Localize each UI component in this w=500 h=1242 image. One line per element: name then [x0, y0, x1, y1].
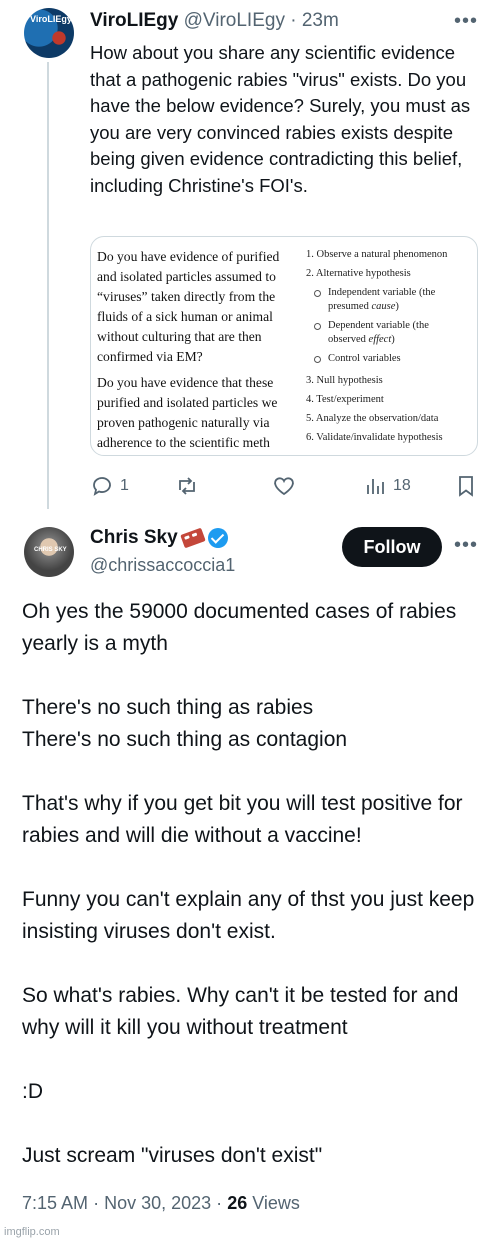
more-horizontal-icon[interactable]: •••: [454, 10, 478, 33]
tweet-paragraph: Oh yes the 59000 documented cases of rab…: [22, 600, 457, 655]
sub-step-item: Independent variable (the presumed cause…: [306, 286, 446, 314]
avatar[interactable]: CHRIS SKY: [24, 527, 74, 577]
reply-button[interactable]: 1: [90, 474, 129, 498]
bookmark-icon: [459, 476, 473, 497]
views-count: 18: [393, 477, 411, 494]
reply-icon: [93, 477, 111, 496]
separator-dot: ·: [290, 10, 297, 31]
step-item: 5. Analyze the observation/data: [306, 413, 439, 424]
tweet-paragraph: So what's rabies. Why can't it be tested…: [22, 984, 459, 1039]
watermark: imgflip.com: [4, 1226, 60, 1238]
more-horizontal-icon[interactable]: •••: [454, 534, 478, 557]
author-name-row[interactable]: Chris Sky: [90, 527, 228, 549]
step-item: 1. Observe a natural phenomenon: [306, 249, 448, 260]
tweet-paragraph: Just scream "viruses don't exist": [22, 1144, 323, 1167]
question-2: Do you have evidence that these purified…: [97, 375, 278, 450]
retweet-icon: [179, 477, 195, 495]
like-button[interactable]: [272, 474, 296, 498]
step-item: 2. Alternative hypothesis: [306, 268, 411, 279]
views-chart-icon: [367, 479, 384, 494]
tweet-time[interactable]: 7:15 AM: [22, 1193, 88, 1213]
brick-emoji-icon: [179, 527, 206, 549]
tweet-text: Oh yes the 59000 documented cases of rab…: [22, 596, 492, 1172]
tweet-paragraph: That's why if you get bit you will test …: [22, 792, 463, 847]
step-item: 6. Validate/invalidate hypothesis: [306, 432, 443, 443]
media-method-steps: 1. Observe a natural phenomenon 2. Alter…: [296, 237, 477, 455]
author-name[interactable]: Chris Sky: [90, 527, 178, 549]
sub-step-item: Dependent variable (the observed effect): [306, 319, 446, 347]
views-button[interactable]: 18: [363, 474, 411, 498]
thread-connector-line: [47, 62, 49, 509]
bookmark-button[interactable]: [454, 474, 478, 498]
tweet-date[interactable]: Nov 30, 2023: [104, 1193, 211, 1213]
tweet-header: ViroLIEgy @ViroLIEgy · 23m: [90, 10, 339, 32]
step-item: 3. Null hypothesis: [306, 375, 383, 386]
question-1: Do you have evidence of purified and iso…: [97, 249, 280, 364]
avatar[interactable]: ViroLIEgy: [24, 8, 74, 58]
separator-dot: ·: [93, 1193, 100, 1213]
author-handle[interactable]: @chrissaccoccia1: [90, 555, 235, 576]
views-count: 26: [227, 1193, 248, 1213]
reply-count: 1: [120, 477, 129, 494]
tweet-text: How about you share any scientific evide…: [90, 42, 471, 196]
views-label: Views: [252, 1193, 300, 1213]
avatar-label: CHRIS SKY: [34, 547, 67, 553]
sub-step-item: Control variables: [306, 352, 446, 366]
separator-dot: ·: [216, 1193, 223, 1213]
tweet-timestamp[interactable]: 23m: [302, 10, 339, 31]
follow-button[interactable]: Follow: [342, 527, 442, 567]
tweet-paragraph: Funny you can't explain any of thst you …: [22, 888, 475, 943]
heart-icon: [274, 477, 294, 496]
retweet-button[interactable]: [175, 474, 199, 498]
tweet-action-bar: 1 18: [90, 474, 485, 498]
step-item: 4. Test/experiment: [306, 394, 384, 405]
author-name[interactable]: ViroLIEgy: [90, 10, 178, 31]
tweet-paragraph: :D: [22, 1080, 43, 1103]
media-questions: Do you have evidence of purified and iso…: [91, 237, 296, 455]
avatar-label: ViroLIEgy: [30, 14, 72, 24]
tweet-meta: 7:15 AM · Nov 30, 2023 · 26 Views: [22, 1193, 300, 1214]
tweet-media-image[interactable]: Do you have evidence of purified and iso…: [90, 236, 478, 456]
verified-badge-icon[interactable]: [207, 528, 228, 548]
tweet-paragraph: There's no such thing as rabies There's …: [22, 696, 348, 751]
author-handle[interactable]: @ViroLIEgy: [184, 10, 285, 31]
